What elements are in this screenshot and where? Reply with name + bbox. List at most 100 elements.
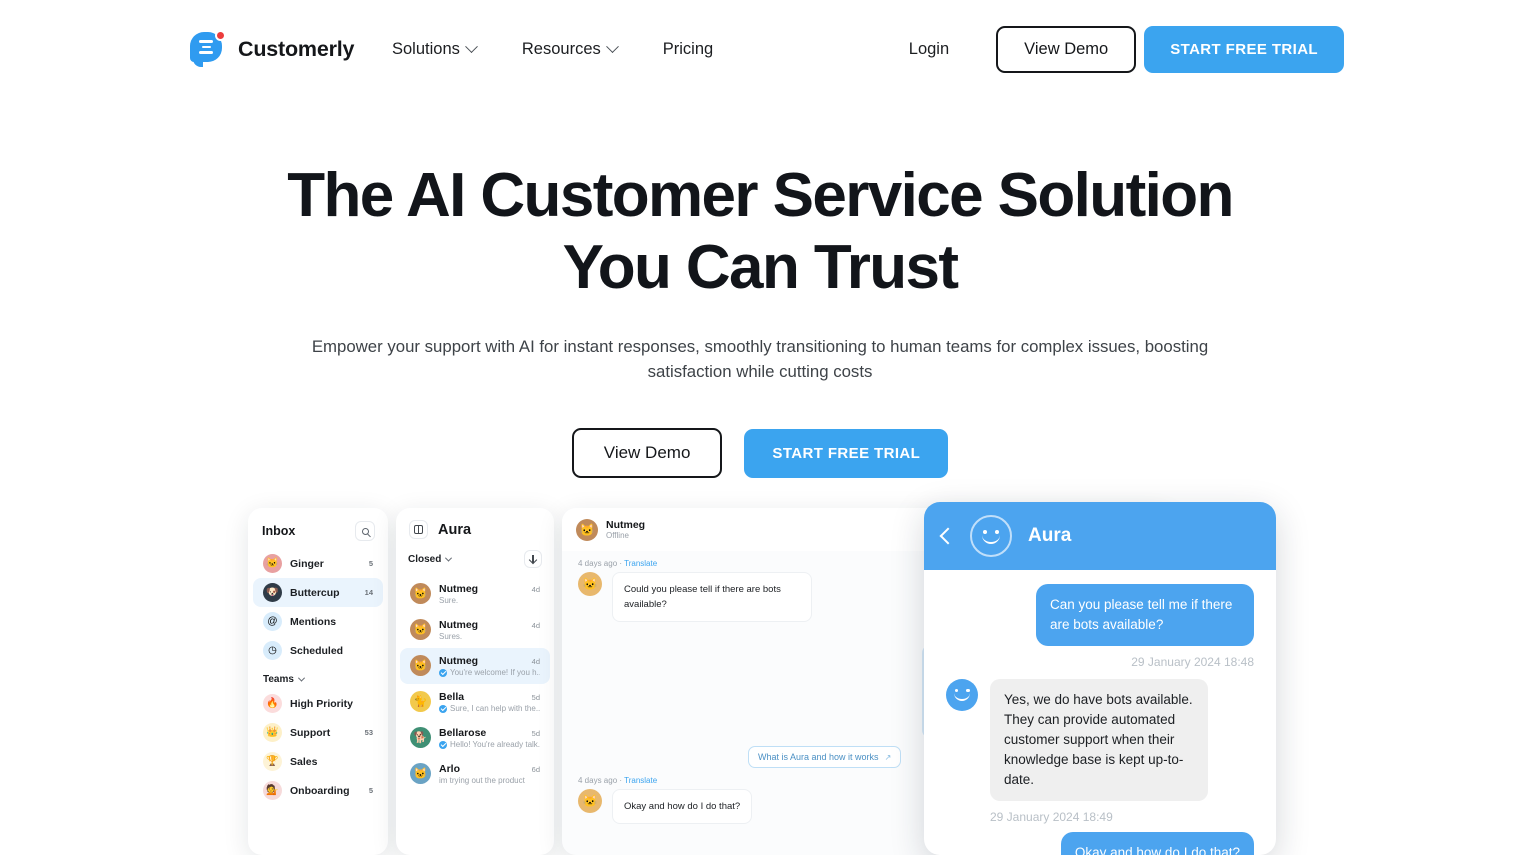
conversation-preview: Sure. (439, 596, 459, 605)
avatar: 🐱 (410, 655, 431, 676)
nav-item-resources[interactable]: Resources (522, 39, 619, 59)
chevron-down-icon (605, 39, 619, 53)
bot-avatar-smiley-icon (946, 679, 978, 711)
chevron-down-icon (445, 554, 453, 562)
avatar: 🐱 (410, 619, 431, 640)
conversation-list-header: Aura (396, 508, 554, 548)
smiley-face-icon (970, 515, 1012, 557)
notification-badge-dot (215, 30, 226, 41)
avatar: 🐱 (410, 763, 431, 784)
message-timestamp: 29 January 2024 18:49 (990, 810, 1113, 824)
unread-count-badge: 5 (368, 786, 373, 795)
avatar: 🐶 (263, 583, 282, 602)
team-item-sales[interactable]: 🏆 Sales (253, 747, 383, 776)
avatar: 🐕 (410, 727, 431, 748)
conversation-list-item[interactable]: 🐱 Arlo 6d im trying out the product (400, 756, 550, 792)
nav-menu: Solutions Resources Pricing (392, 40, 713, 59)
inbox-title: Inbox (262, 524, 296, 538)
sidebar-item-label: Mentions (290, 615, 337, 628)
read-receipt-icon (439, 704, 447, 713)
conversation-name: Nutmeg (439, 655, 479, 667)
hero-heading-line1: The AI Customer Service Solution (287, 161, 1234, 230)
teams-label: Teams (263, 674, 294, 685)
conversation-list-panel: Aura Closed 🐱 Nutmeg 4d Sure. 🐱 Nutmeg 4d Sures… (396, 508, 554, 855)
sidebar-toggle-icon[interactable] (409, 520, 428, 539)
sidebar-item-mentions[interactable]: @ Mentions (253, 607, 383, 636)
chevron-down-icon (297, 674, 305, 682)
avatar: 🐱 (263, 554, 282, 573)
team-item-support[interactable]: 👑 Support 53 (253, 718, 383, 747)
message-time: 4 days ago (578, 776, 618, 785)
conversation-time: 4d (531, 657, 540, 666)
translate-link[interactable]: Translate (624, 559, 657, 568)
conversation-time: 5d (531, 693, 540, 702)
inbox-item-list: 🐱 Ginger 5 🐶 Buttercup 14 @ Mentions ◷ Scheduled (248, 549, 388, 665)
teams-section-header[interactable]: Teams (248, 665, 388, 689)
aura-info-chip[interactable]: What is Aura and how it works ↗ (748, 746, 902, 768)
conversation-time: 4d (531, 621, 540, 630)
team-item-onboarding[interactable]: 💁 Onboarding 5 (253, 776, 383, 805)
conversation-list-item[interactable]: 🐕 Bellarose 5d Hello! You're already talk..… (400, 720, 550, 756)
widget-message-incoming: Yes, we do have bots available. They can… (946, 679, 1254, 801)
logo-line (199, 40, 213, 43)
conversation-preview: Sures. (439, 632, 463, 641)
team-item-label: Sales (290, 755, 318, 768)
nav-actions: Login View Demo START FREE TRIAL (909, 25, 1344, 73)
conversation-name: Nutmeg (439, 583, 479, 595)
conversation-list-item[interactable]: 🐱 Nutmeg 4d Sure. (400, 576, 550, 612)
search-icon[interactable] (355, 521, 375, 541)
status-filter-dropdown[interactable]: Closed (408, 554, 453, 565)
read-receipt-icon (439, 740, 447, 749)
external-link-icon: ↗ (884, 752, 892, 762)
download-icon[interactable] (524, 550, 542, 568)
sidebar-item-ginger[interactable]: 🐱 Ginger 5 (253, 549, 383, 578)
chat-contact-name: Nutmeg (606, 519, 646, 531)
conversation-list-item[interactable]: 🐱 Nutmeg 4d Sures. (400, 612, 550, 648)
avatar: 🐱 (578, 789, 602, 813)
aura-chip-label: What is Aura and how it works (758, 752, 879, 762)
team-item-label: High Priority (290, 697, 354, 710)
product-screenshot: Inbox 🐱 Ginger 5 🐶 Buttercup 14 @ Mentions ◷ Sche… (248, 502, 1276, 855)
sidebar-item-scheduled[interactable]: ◷ Scheduled (253, 636, 383, 665)
translate-link[interactable]: Translate (624, 776, 657, 785)
unread-count-badge: 14 (364, 588, 373, 597)
nav-item-solutions[interactable]: Solutions (392, 39, 478, 59)
logo-line (199, 51, 213, 54)
nav-item-pricing[interactable]: Pricing (663, 40, 713, 59)
hero-section: The AI Customer Service Solution You Can… (0, 160, 1520, 478)
hero-heading-line2: You Can Trust (562, 233, 959, 302)
sidebar-item-buttercup[interactable]: 🐶 Buttercup 14 (253, 578, 383, 607)
avatar: 👑 (263, 723, 282, 742)
avatar: 🐱 (410, 583, 431, 604)
widget-message-outgoing: Can you please tell me if there are bots… (946, 584, 1254, 646)
message-bubble: Can you please tell me if there are bots… (1036, 584, 1254, 646)
conversation-preview: You're welcome! If you h... (439, 668, 540, 677)
chat-contact: 🐱 Nutmeg Offline (576, 518, 646, 541)
brand-logo[interactable]: Customerly (190, 30, 354, 67)
back-chevron-icon[interactable] (939, 527, 957, 545)
conversation-list-item[interactable]: 🐈 Bella 5d Sure, I can help with the... (400, 684, 550, 720)
team-item-label: Support (290, 726, 331, 739)
unread-count-badge: 5 (368, 559, 373, 568)
login-link[interactable]: Login (909, 40, 949, 59)
conversation-list-item[interactable]: 🐱 Nutmeg 4d You're welcome! If you h... (400, 648, 550, 684)
conversation-time: 6d (531, 765, 540, 774)
team-item-high-priority[interactable]: 🔥 High Priority (253, 689, 383, 718)
hero-start-free-trial-button[interactable]: START FREE TRIAL (744, 428, 949, 478)
avatar: 🏆 (263, 752, 282, 771)
start-free-trial-button[interactable]: START FREE TRIAL (1144, 25, 1344, 73)
conversation-preview: im trying out the product (439, 776, 525, 785)
hero-view-demo-button[interactable]: View Demo (571, 428, 723, 478)
nav-item-label: Pricing (662, 39, 714, 58)
widget-messages: Can you please tell me if there are bots… (924, 570, 1276, 855)
sidebar-item-label: Buttercup (290, 586, 340, 599)
conversation-time: 5d (531, 729, 540, 738)
avatar: 🐱 (578, 572, 602, 596)
inbox-header: Inbox (248, 508, 388, 549)
chat-widget-preview: Aura Can you please tell me if there are… (924, 502, 1276, 855)
conversation-name: Arlo (439, 763, 460, 775)
top-navigation-bar: Customerly Solutions Resources Pricing L… (0, 0, 1520, 98)
nav-item-label: Solutions (392, 39, 460, 58)
chat-contact-status: Offline (606, 531, 629, 540)
view-demo-button[interactable]: View Demo (996, 25, 1137, 73)
